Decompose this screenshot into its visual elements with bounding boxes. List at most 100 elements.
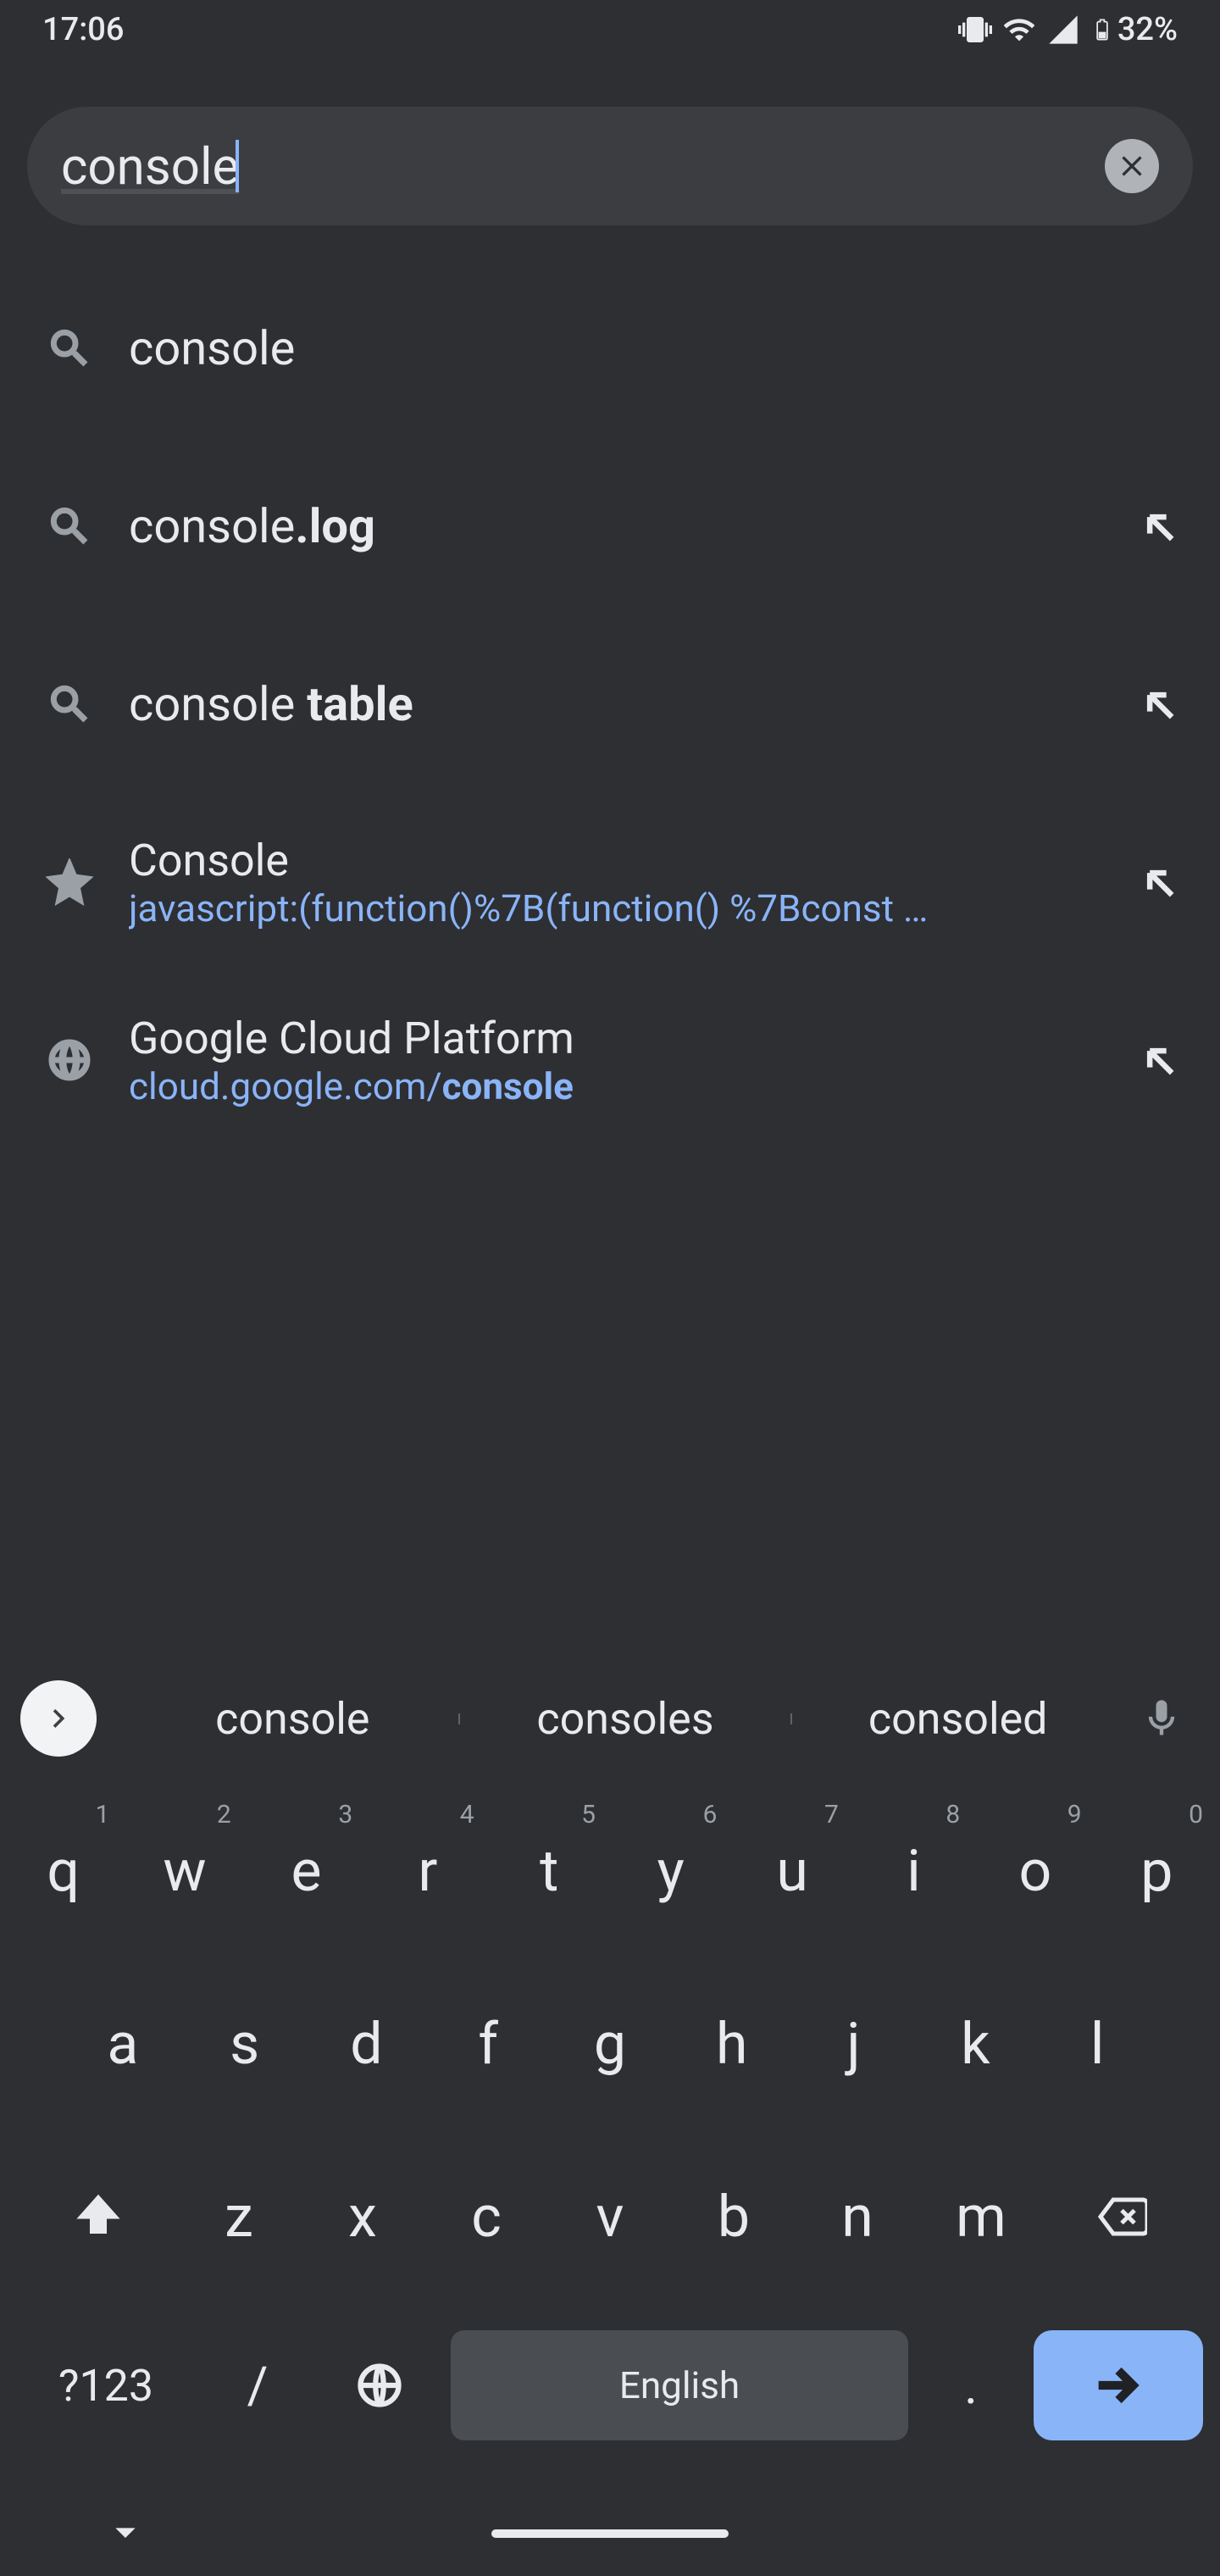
enter-key[interactable] — [1034, 2330, 1203, 2440]
keyboard-row-2: asdfghjkl — [5, 1968, 1215, 2120]
backspace-key[interactable] — [1045, 2140, 1198, 2293]
suggestion-text: console — [112, 320, 1193, 376]
key-e[interactable]: 3e — [248, 1795, 364, 1947]
key-y[interactable]: 6y — [613, 1795, 729, 1947]
suggestion-title: Console — [129, 835, 1125, 886]
status-icons: 32% — [958, 11, 1178, 48]
key-z[interactable]: z — [180, 2140, 298, 2293]
key-w[interactable]: 2w — [126, 1795, 242, 1947]
arrow-upleft-icon — [1137, 682, 1181, 726]
period-key[interactable]: . — [920, 2313, 1022, 2457]
suggestion-item[interactable]: Google Cloud Platform cloud.google.com/c… — [0, 971, 1220, 1149]
cellular-icon — [1046, 13, 1080, 47]
omnibox[interactable]: console — [27, 107, 1193, 225]
voice-input-button[interactable] — [1123, 1696, 1200, 1740]
chevron-down-icon — [102, 2508, 149, 2556]
suggestion-title: Google Cloud Platform — [129, 1013, 1125, 1064]
key-v[interactable]: v — [551, 2140, 669, 2293]
key-a[interactable]: a — [64, 1968, 181, 2120]
status-time: 17:06 — [42, 11, 124, 48]
system-nav-bar — [0, 2491, 1220, 2576]
key-j[interactable]: j — [796, 1968, 912, 2120]
omnibox-container: console — [0, 59, 1220, 225]
key-n[interactable]: n — [798, 2140, 917, 2293]
wifi-icon — [1002, 13, 1036, 47]
star-icon — [27, 858, 112, 906]
suggestion-url: cloud.google.com/console — [129, 1064, 1018, 1108]
omnibox-input[interactable]: console — [61, 136, 239, 197]
key-g[interactable]: g — [552, 1968, 668, 2120]
suggestion-text: Google Cloud Platform cloud.google.com/c… — [112, 1013, 1125, 1108]
keyboard: console consoles consoled 1q2w3e4r5t6y7u… — [0, 1659, 1220, 2576]
key-h[interactable]: h — [674, 1968, 790, 2120]
key-u[interactable]: 7u — [734, 1795, 850, 1947]
key-s[interactable]: s — [186, 1968, 303, 2120]
globe-icon — [354, 2360, 405, 2411]
search-icon — [27, 325, 112, 372]
language-switch-key[interactable] — [320, 2313, 439, 2457]
clear-input-button[interactable] — [1105, 139, 1159, 193]
suggestion-item[interactable]: Console javascript:(function()%7B(functi… — [0, 793, 1220, 971]
key-p[interactable]: 0p — [1099, 1795, 1215, 1947]
key-r[interactable]: 4r — [369, 1795, 485, 1947]
suggestion-item[interactable]: console table — [0, 615, 1220, 793]
key-o[interactable]: 9o — [977, 1795, 1093, 1947]
vibrate-icon — [958, 13, 992, 47]
suggestion-url: javascript:(function()%7B(function() %7B… — [129, 886, 1018, 930]
suggestion-item[interactable]: console.log — [0, 437, 1220, 615]
arrow-upleft-icon — [1137, 860, 1181, 904]
close-icon — [1115, 149, 1149, 183]
expand-toolbar-button[interactable] — [20, 1680, 97, 1757]
backspace-icon — [1096, 2191, 1147, 2242]
arrow-upleft-icon — [1137, 504, 1181, 548]
shift-icon — [73, 2191, 124, 2242]
arrow-upleft-icon — [1137, 1038, 1181, 1082]
word-candidate[interactable]: consoled — [792, 1693, 1123, 1745]
key-t[interactable]: 5t — [491, 1795, 607, 1947]
suggestion-item[interactable]: console — [0, 259, 1220, 437]
text-cursor — [236, 140, 239, 192]
word-candidates: console consoles consoled — [127, 1693, 1123, 1745]
refine-button[interactable] — [1125, 860, 1193, 904]
key-q[interactable]: 1q — [5, 1795, 121, 1947]
key-k[interactable]: k — [917, 1968, 1034, 2120]
key-b[interactable]: b — [674, 2140, 793, 2293]
symbols-key[interactable]: ?123 — [17, 2313, 195, 2457]
keyboard-row-3: zxcvbnm — [5, 2140, 1215, 2293]
mic-icon — [1140, 1696, 1184, 1740]
space-key[interactable]: English — [451, 2330, 908, 2440]
suggestion-text: Console javascript:(function()%7B(functi… — [112, 835, 1125, 930]
shift-key[interactable] — [22, 2140, 175, 2293]
key-c[interactable]: c — [427, 2140, 546, 2293]
battery-pct: 32% — [1117, 11, 1178, 48]
keyboard-row-1: 1q2w3e4r5t6y7u8i9o0p — [5, 1795, 1215, 1947]
refine-button[interactable] — [1125, 682, 1193, 726]
refine-button[interactable] — [1125, 1038, 1193, 1082]
suggestion-text: console.log — [112, 498, 1125, 554]
status-bar: 17:06 32% — [0, 0, 1220, 59]
home-gesture-pill[interactable] — [491, 2529, 729, 2538]
battery-icon — [1090, 11, 1114, 48]
suggestion-text: console table — [112, 676, 1125, 732]
keyboard-keys: 1q2w3e4r5t6y7u8i9o0p asdfghjkl zxcvbnm ?… — [0, 1778, 1220, 2491]
key-i[interactable]: 8i — [856, 1795, 972, 1947]
word-candidate[interactable]: consoles — [460, 1693, 791, 1745]
key-m[interactable]: m — [922, 2140, 1040, 2293]
word-candidate[interactable]: console — [127, 1693, 458, 1745]
suggestion-list: console console.log console table Con — [0, 225, 1220, 1149]
key-d[interactable]: d — [308, 1968, 425, 2120]
key-x[interactable]: x — [303, 2140, 422, 2293]
collapse-keyboard-button[interactable] — [102, 2508, 149, 2559]
key-l[interactable]: l — [1039, 1968, 1156, 2120]
globe-icon — [27, 1036, 112, 1084]
search-icon — [27, 680, 112, 728]
chevron-right-icon — [40, 1700, 77, 1737]
battery-group: 32% — [1090, 11, 1178, 48]
key-f[interactable]: f — [430, 1968, 546, 2120]
keyboard-bottom-row: ?123 / English . — [5, 2313, 1215, 2491]
search-icon — [27, 502, 112, 550]
slash-key[interactable]: / — [207, 2313, 308, 2457]
keyboard-suggestion-bar: console consoles consoled — [0, 1659, 1220, 1778]
refine-button[interactable] — [1125, 504, 1193, 548]
arrow-right-icon — [1089, 2356, 1148, 2415]
